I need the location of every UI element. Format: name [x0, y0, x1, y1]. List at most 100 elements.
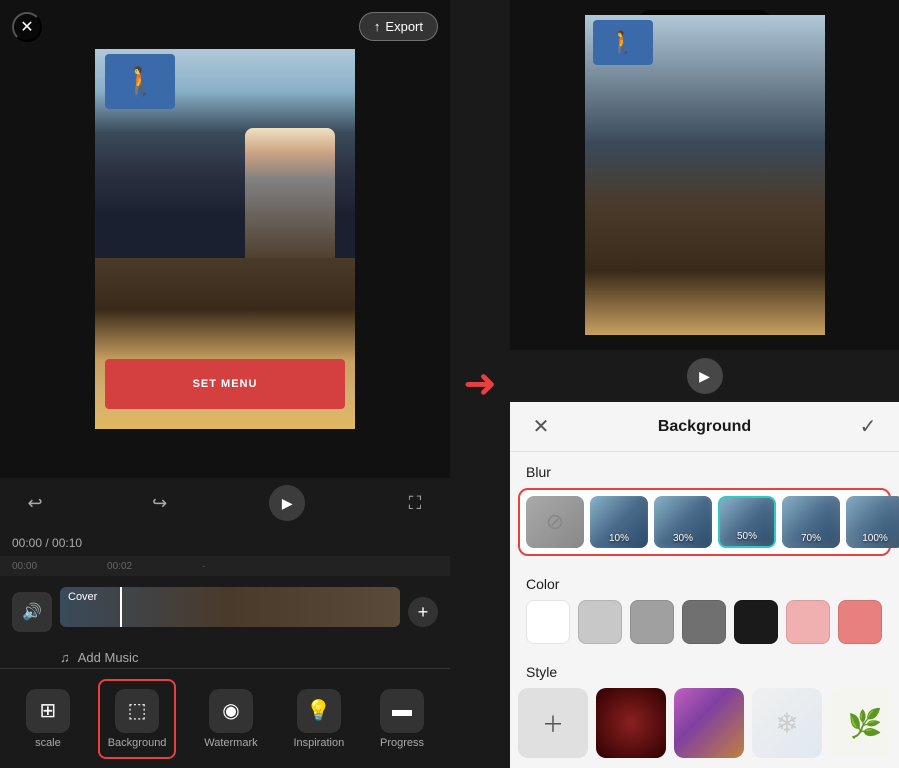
confirm-bg-button[interactable]: ✓	[853, 412, 883, 442]
style-options-row: ＋ ❄ 🌿	[518, 688, 891, 758]
blur-option-30[interactable]: 30%	[654, 496, 712, 548]
style-branch[interactable]: 🌿	[830, 688, 891, 758]
undo-icon: ↩	[27, 493, 42, 514]
color-swatch-pink[interactable]	[838, 600, 882, 644]
floral-icon: ❄	[775, 707, 798, 740]
video-bottom-section: SET MENU	[95, 258, 355, 429]
add-track-button[interactable]: +	[408, 597, 438, 627]
video-preview-right: pinch to zoom video 🚶	[510, 0, 899, 350]
background-icon: ⬚	[115, 689, 159, 733]
playhead	[120, 587, 122, 627]
audio-track-icon: 🔊	[12, 592, 52, 632]
play-button-right[interactable]: ▶	[687, 358, 723, 394]
export-icon: ↑	[374, 19, 381, 34]
fullscreen-button[interactable]: ⛶	[400, 488, 430, 518]
inspiration-icon: 💡	[297, 689, 341, 733]
video-track[interactable]: Cover	[60, 587, 400, 627]
track-label: Cover	[68, 591, 97, 603]
right-panel: pinch to zoom video 🚶 ▶ ✕ Background ✓ B…	[510, 0, 899, 768]
undo-button[interactable]: ↩	[20, 488, 50, 518]
watermark-label: Watermark	[204, 737, 257, 749]
scale-label: scale	[35, 737, 61, 749]
tool-inspiration[interactable]: 💡 Inspiration	[285, 681, 352, 757]
color-swatches-row	[526, 600, 883, 644]
left-panel: 🚶 SET MENU ✕ ↑ Export ↩ ↪ ▶	[0, 0, 450, 768]
export-label: Export	[385, 19, 423, 34]
blur-option-50[interactable]: 50%	[718, 496, 776, 548]
close-bg-button[interactable]: ✕	[526, 412, 556, 442]
blur-option-none[interactable]: ⊘	[526, 496, 584, 548]
color-swatch-lightgray[interactable]	[578, 600, 622, 644]
color-swatch-darkgray[interactable]	[682, 600, 726, 644]
export-button[interactable]: ↑ Export	[359, 12, 438, 41]
redo-button[interactable]: ↪	[145, 488, 175, 518]
pedestrian-icon: 🚶	[123, 65, 158, 98]
add-music-label: Add Music	[78, 650, 139, 665]
time-display: 00:00 / 00:10	[0, 536, 450, 556]
color-swatch-white[interactable]	[526, 600, 570, 644]
blur-options-row: ⊘ 10% 30% 50% 70%	[518, 488, 891, 556]
style-dark-red[interactable]	[596, 688, 666, 758]
blur-option-100[interactable]: 100%	[846, 496, 899, 548]
tool-scale[interactable]: ⊞ scale	[18, 681, 78, 757]
style-add-icon: ＋	[542, 707, 564, 739]
ruler-marks: 00:00 00:02 ·	[12, 561, 205, 572]
blur-label-30: 30%	[654, 533, 712, 544]
add-music-row[interactable]: ♫ Add Music	[0, 642, 450, 665]
audio-icon: 🔊	[22, 602, 42, 622]
confirm-icon: ✓	[860, 414, 877, 439]
color-section	[510, 600, 899, 652]
blur-option-70[interactable]: 70%	[782, 496, 840, 548]
right-arrow-icon: ➜	[463, 361, 497, 407]
bg-title: Background	[658, 418, 751, 436]
style-white-floral[interactable]: ❄	[752, 688, 822, 758]
tool-progress[interactable]: ▬ Progress	[372, 681, 432, 757]
branch-icon: 🌿	[848, 707, 883, 740]
fullscreen-icon: ⛶	[409, 493, 422, 514]
color-swatch-lightpink[interactable]	[786, 600, 830, 644]
arrow-divider: ➜	[450, 0, 510, 768]
progress-icon: ▬	[380, 689, 424, 733]
style-section-title: Style	[510, 652, 899, 688]
color-section-title: Color	[510, 564, 899, 600]
set-menu-banner: SET MENU	[105, 359, 345, 409]
ruler-mark-0: 00:00	[12, 561, 37, 572]
color-swatch-black[interactable]	[734, 600, 778, 644]
blur-option-10[interactable]: 10%	[590, 496, 648, 548]
no-blur-icon: ⊘	[546, 509, 564, 535]
blur-label-100: 100%	[846, 533, 899, 544]
background-label: Background	[108, 737, 167, 749]
inspiration-label: Inspiration	[293, 737, 344, 749]
video-mock-right[interactable]: 🚶	[585, 15, 825, 335]
ruler-mark-2: ·	[202, 561, 205, 572]
close-button[interactable]: ✕	[12, 12, 42, 42]
style-add-button[interactable]: ＋	[518, 688, 588, 758]
blur-label-50: 50%	[720, 531, 774, 542]
scale-icon: ⊞	[26, 689, 70, 733]
timeline-tracks: 🔊 Cover +	[0, 582, 450, 642]
video-track-container[interactable]: Cover	[60, 587, 400, 637]
timeline-area: 00:00 / 00:10 00:00 00:02 · 🔊 Cover +	[0, 528, 450, 668]
play-button[interactable]: ▶	[269, 485, 305, 521]
pedestrian-icon-right: 🚶	[609, 30, 636, 56]
pedestrian-sign: 🚶	[105, 54, 175, 109]
color-swatch-gray[interactable]	[630, 600, 674, 644]
chef-figure	[245, 128, 335, 258]
blur-section-title: Blur	[510, 452, 899, 488]
watermark-icon: ◉	[209, 689, 253, 733]
style-purple-grad[interactable]	[674, 688, 744, 758]
bottom-toolbar: ⊞ scale ⬚ Background ◉ Watermark 💡 Inspi…	[0, 668, 450, 768]
redo-icon: ↪	[152, 493, 167, 514]
blur-label-70: 70%	[782, 533, 840, 544]
tool-background[interactable]: ⬚ Background	[98, 679, 177, 759]
video-mock-left: 🚶 SET MENU	[95, 49, 355, 429]
blur-section: ⊘ 10% 30% 50% 70%	[510, 488, 899, 564]
close-bg-icon: ✕	[533, 414, 550, 439]
music-icon: ♫	[60, 650, 70, 665]
timeline-ruler[interactable]: 00:00 00:02 ·	[0, 556, 450, 576]
tool-watermark[interactable]: ◉ Watermark	[196, 681, 265, 757]
play-icon-right: ▶	[699, 368, 710, 385]
blur-label-10: 10%	[590, 533, 648, 544]
pedestrian-sign-right: 🚶	[593, 20, 653, 65]
video-preview-left: 🚶 SET MENU ✕ ↑ Export	[0, 0, 450, 478]
